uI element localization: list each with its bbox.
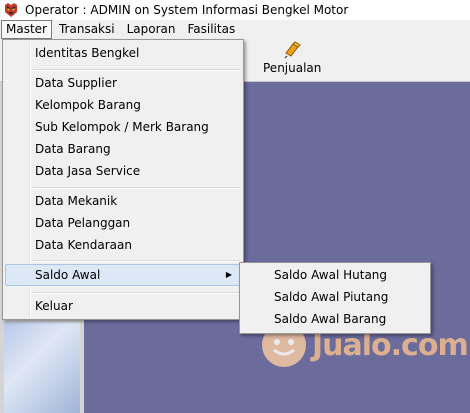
tiger-logo-icon (5, 3, 17, 17)
menu-laporan[interactable]: Laporan (122, 21, 181, 38)
menu-fasilitas[interactable]: Fasilitas (182, 21, 240, 38)
menu-item-saldo-awal-hutang[interactable]: Saldo Awal Hutang (242, 264, 428, 286)
menu-item-identitas-bengkel[interactable]: Identitas Bengkel (5, 42, 241, 64)
title-bar: Operator : ADMIN on System Informasi Ben… (0, 0, 470, 20)
menu-item-sub-kelompok[interactable]: Sub Kelompok / Merk Barang (5, 116, 241, 138)
menu-bar: Master Transaksi Laporan Fasilitas (0, 20, 470, 39)
menu-separator (33, 260, 240, 262)
sales-icon (284, 41, 301, 59)
menu-transaksi[interactable]: Transaksi (54, 21, 120, 38)
side-image (4, 322, 80, 413)
window-title: Operator : ADMIN on System Informasi Ben… (25, 3, 349, 17)
menu-item-data-mekanik[interactable]: Data Mekanik (5, 190, 241, 212)
menu-item-saldo-awal-piutang[interactable]: Saldo Awal Piutang (242, 286, 428, 308)
penjualan-label: Penjualan (263, 61, 322, 75)
menu-item-data-jasa-service[interactable]: Data Jasa Service (5, 160, 241, 182)
menu-separator (33, 292, 240, 294)
menu-item-saldo-awal-barang[interactable]: Saldo Awal Barang (242, 308, 428, 330)
saldo-awal-submenu: Saldo Awal Hutang Saldo Awal Piutang Sal… (239, 262, 431, 334)
menu-item-saldo-awal-label: Saldo Awal (35, 268, 101, 282)
menu-item-kelompok-barang[interactable]: Kelompok Barang (5, 94, 241, 116)
penjualan-button[interactable]: Penjualan (263, 41, 321, 75)
menu-item-saldo-awal[interactable]: Saldo Awal ▶ (5, 264, 241, 286)
menu-separator (33, 187, 240, 189)
submenu-arrow-icon: ▶ (225, 270, 232, 279)
master-dropdown-menu: Identitas Bengkel Data Supplier Kelompok… (2, 39, 244, 320)
menu-item-keluar[interactable]: Keluar (5, 295, 241, 317)
menu-item-data-supplier[interactable]: Data Supplier (5, 72, 241, 94)
menu-item-data-pelanggan[interactable]: Data Pelanggan (5, 212, 241, 234)
menu-item-data-barang[interactable]: Data Barang (5, 138, 241, 160)
menu-item-data-kendaraan[interactable]: Data Kendaraan (5, 234, 241, 256)
menu-separator (33, 69, 240, 71)
menu-master[interactable]: Master (1, 20, 52, 39)
